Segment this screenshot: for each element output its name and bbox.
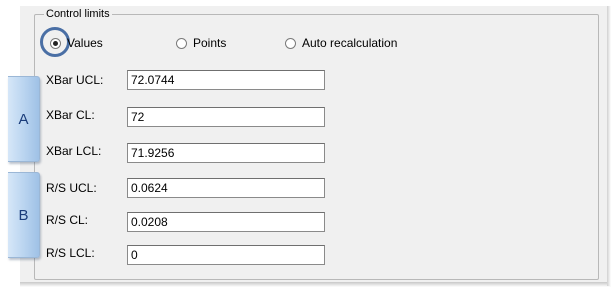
xbar-lcl-input[interactable] (127, 143, 325, 163)
rs-ucl-label: R/S UCL: (46, 181, 97, 195)
xbar-ucl-input[interactable] (127, 70, 325, 90)
radio-values-label: Values (67, 36, 103, 50)
tab-b-label: B (18, 206, 29, 224)
tab-a[interactable]: A (8, 76, 40, 162)
xbar-lcl-label: XBar LCL: (46, 144, 102, 158)
radio-values[interactable]: Values (50, 35, 103, 51)
radio-points-label: Points (193, 36, 227, 50)
radio-auto-recalculation[interactable]: Auto recalculation (285, 35, 397, 51)
rs-ucl-input[interactable] (127, 178, 325, 198)
tab-a-label: A (18, 110, 29, 128)
panel-shadow (20, 282, 611, 287)
xbar-ucl-label: XBar UCL: (46, 73, 104, 87)
tab-b[interactable]: B (8, 172, 40, 258)
rs-cl-input[interactable] (127, 212, 325, 232)
radio-unchecked-icon (285, 37, 296, 49)
rs-cl-label: R/S CL: (46, 213, 89, 227)
xbar-cl-label: XBar CL: (46, 108, 95, 122)
panel-shadow-right (607, 6, 611, 286)
radio-checked-icon (50, 37, 61, 49)
radio-points[interactable]: Points (176, 35, 226, 51)
radio-unchecked-icon (176, 37, 187, 49)
rs-lcl-input[interactable] (127, 245, 325, 265)
groupbox-title: Control limits (44, 7, 112, 21)
xbar-cl-input[interactable] (127, 107, 325, 127)
radio-auto-recalculation-label: Auto recalculation (302, 36, 398, 50)
rs-lcl-label: R/S LCL: (46, 246, 95, 260)
